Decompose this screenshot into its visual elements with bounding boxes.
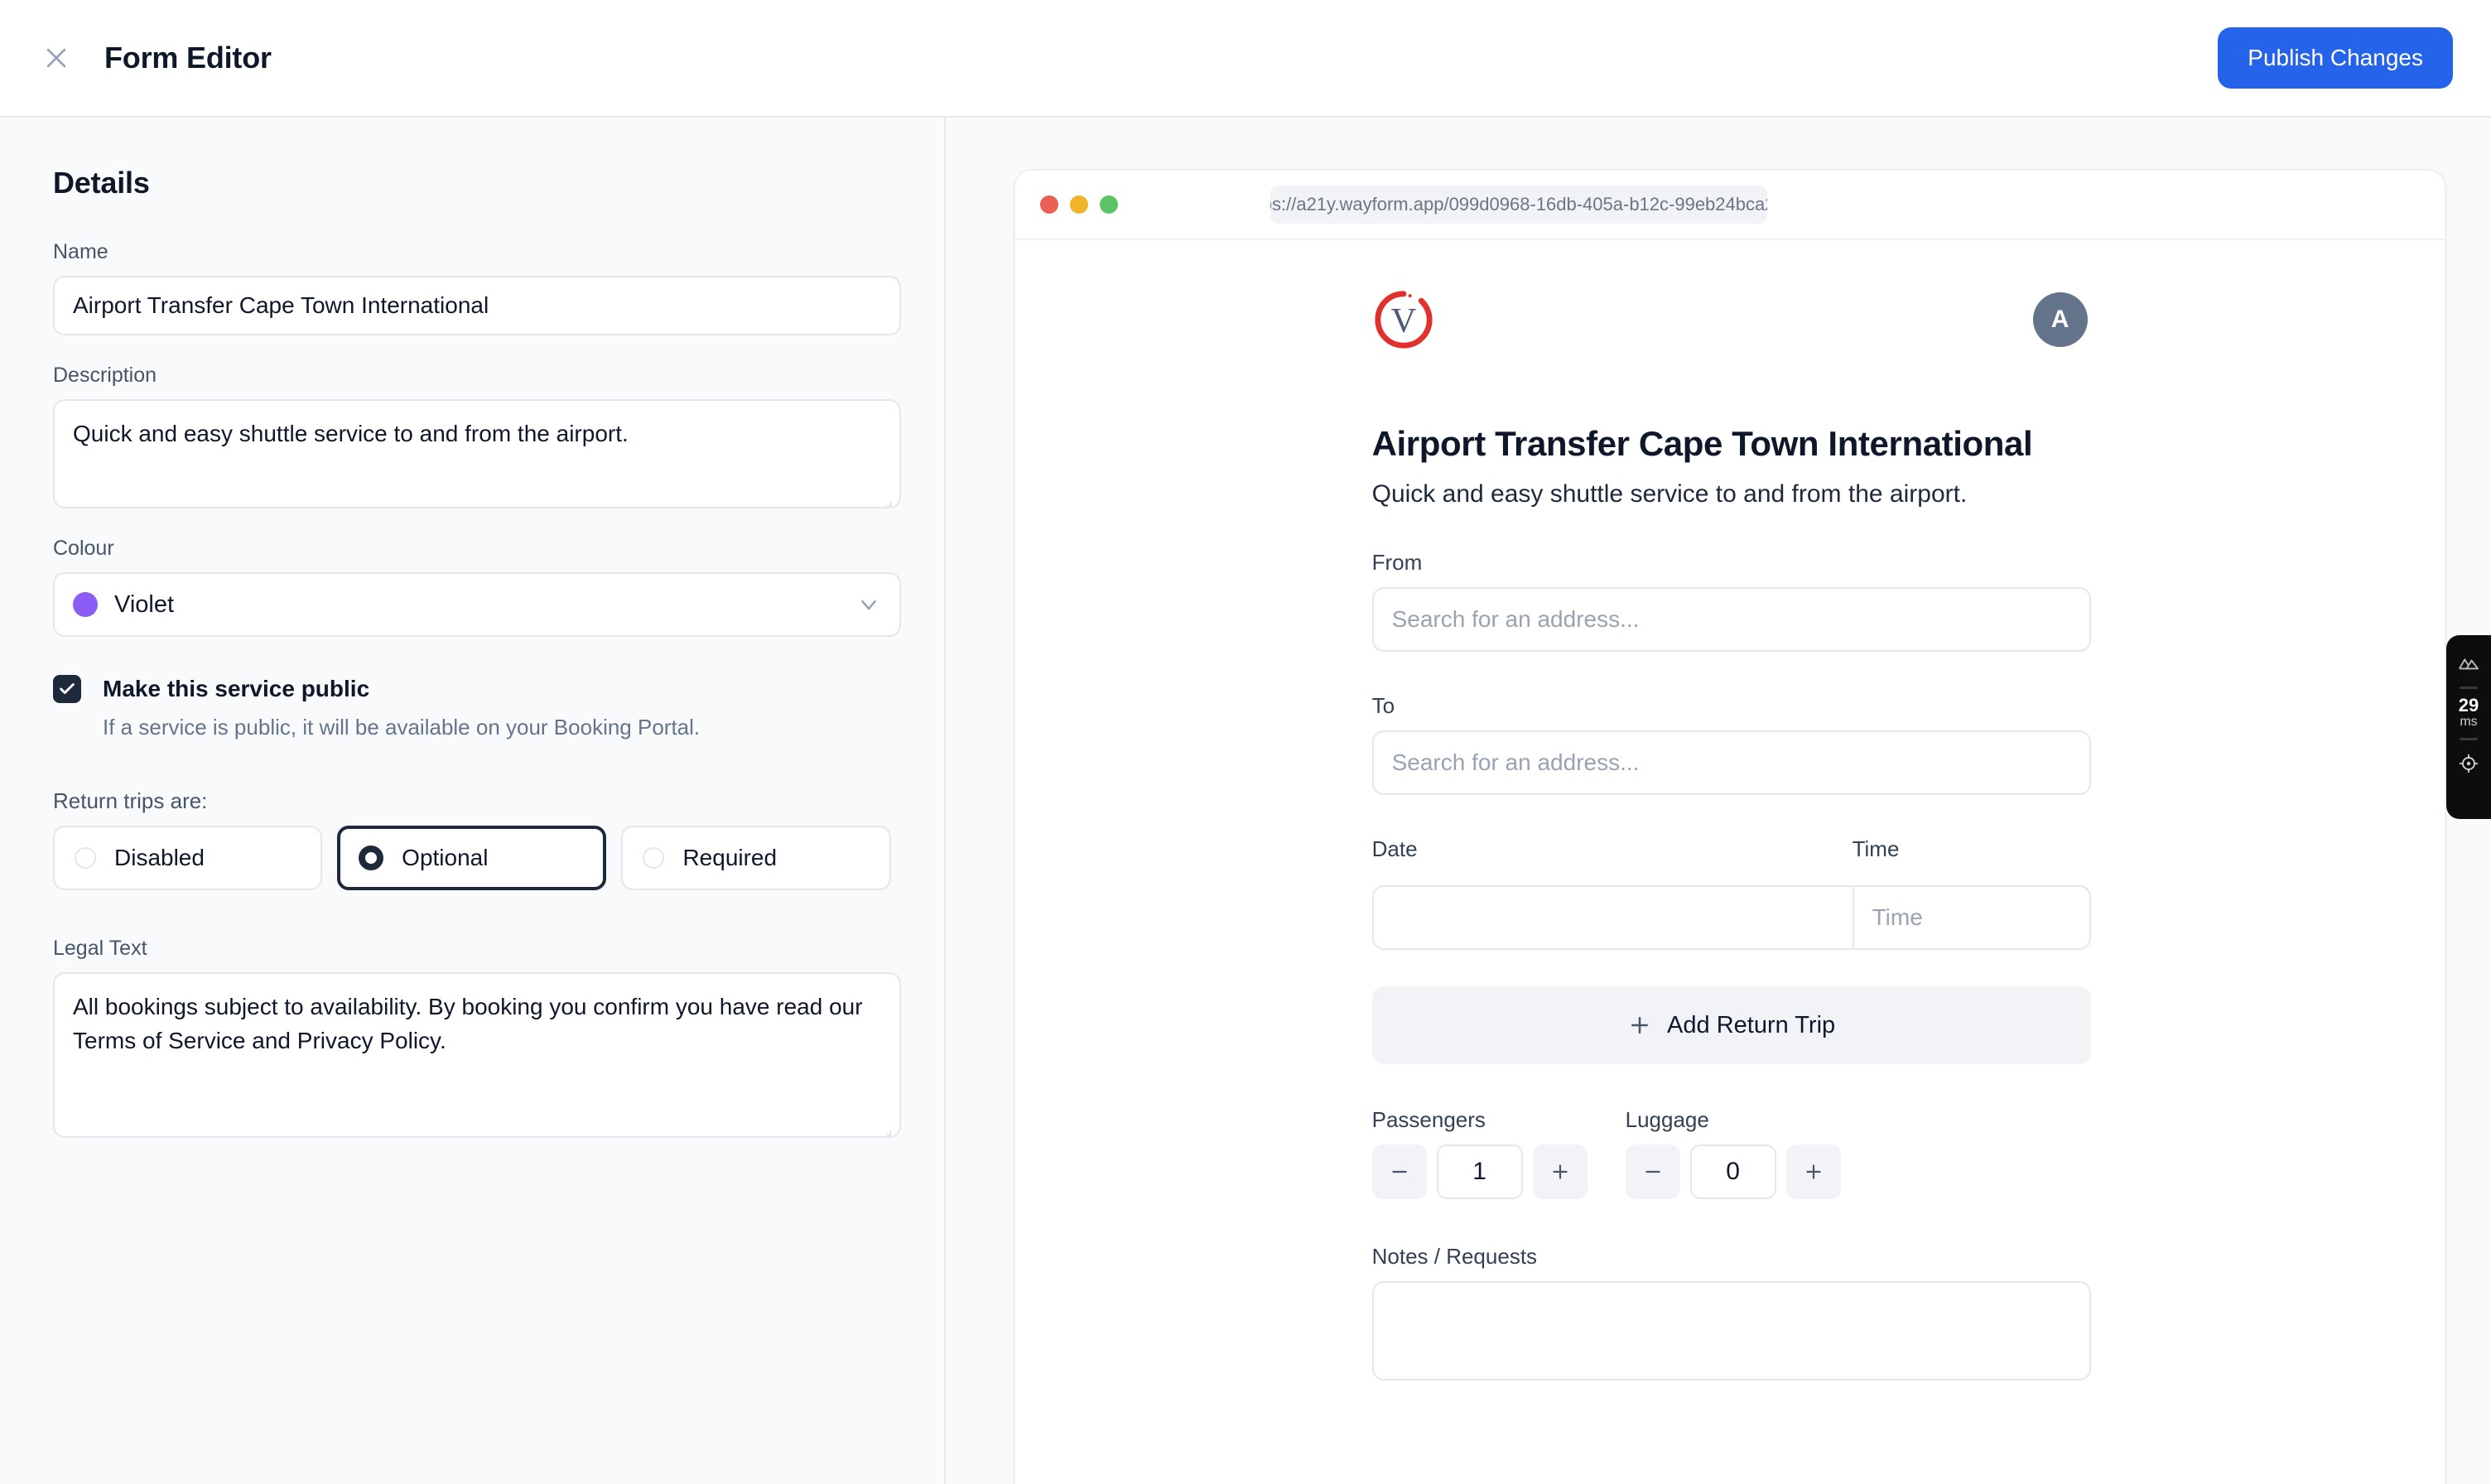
notes-label: Notes / Requests — [1371, 1244, 1538, 1269]
description-value: Quick and easy shuttle service to and fr… — [73, 421, 629, 446]
close-icon[interactable] — [38, 40, 75, 76]
time-input[interactable]: Time — [1854, 887, 2089, 948]
devtools-timing-value: 29 — [2458, 695, 2479, 716]
notes-textarea[interactable] — [1371, 1281, 2091, 1380]
window-close-dot-icon[interactable] — [1039, 195, 1058, 214]
window-maximize-dot-icon[interactable] — [1099, 195, 1118, 214]
passengers-counter: Passengers 1 — [1371, 1107, 1588, 1199]
publish-changes-button[interactable]: Publish Changes — [2218, 27, 2453, 89]
radio-dot-selected-icon — [359, 846, 384, 870]
luggage-stepper: 0 — [1625, 1144, 1841, 1199]
time-label: Time — [1852, 836, 1900, 861]
luggage-decrement-button[interactable] — [1625, 1144, 1680, 1199]
from-input[interactable]: Search for an address... — [1371, 587, 2091, 652]
brand-logo-v-icon: V — [1372, 288, 1435, 351]
public-checkbox-label: Make this service public — [103, 676, 370, 701]
to-input[interactable]: Search for an address... — [1371, 730, 2091, 795]
counters-row: Passengers 1 Luggage 0 — [1371, 1107, 2088, 1199]
date-label: Date — [1371, 836, 1418, 861]
public-checkbox-row[interactable]: Make this service public — [53, 675, 891, 703]
crosshair-icon[interactable] — [2458, 749, 2479, 778]
browser-chrome-bar: https://a21y.wayform.app/099d0968-16db-4… — [1014, 171, 2445, 240]
preview-panel: https://a21y.wayform.app/099d0968-16db-4… — [945, 118, 2491, 1484]
description-label: Description — [53, 364, 157, 387]
window-controls — [1039, 195, 1118, 214]
avatar[interactable]: A — [2032, 292, 2088, 347]
luggage-value[interactable]: 0 — [1689, 1144, 1776, 1199]
colour-field-group: Colour Violet — [53, 537, 901, 637]
luggage-label: Luggage — [1625, 1107, 1709, 1132]
radio-label-required: Required — [682, 845, 778, 870]
passengers-decrement-button[interactable] — [1371, 1144, 1427, 1199]
browser-preview-frame: https://a21y.wayform.app/099d0968-16db-4… — [1013, 169, 2446, 1484]
add-return-trip-label: Add Return Trip — [1667, 1011, 1836, 1038]
resize-grip-icon[interactable]: ⌟ — [886, 495, 896, 508]
editor-layout: Details Name Airport Transfer Cape Town … — [0, 118, 2491, 1484]
radio-label-optional: Optional — [402, 845, 489, 870]
preview-form-title: Airport Transfer Cape Town International — [1371, 424, 2033, 463]
colour-selected-value: Violet — [114, 590, 175, 618]
description-field-group: Description Quick and easy shuttle servi… — [53, 364, 901, 508]
to-label: To — [1371, 693, 1395, 718]
page-title: Form Editor — [104, 41, 272, 75]
passengers-stepper: 1 — [1371, 1144, 1588, 1199]
preview-content: V A Airport Transfer Cape Town Internati… — [1371, 280, 2091, 1380]
browser-url-bar[interactable]: https://a21y.wayform.app/099d0968-16db-4… — [1270, 186, 1767, 224]
add-return-trip-button[interactable]: Add Return Trip — [1371, 986, 2091, 1064]
radio-dot-icon — [643, 847, 665, 869]
colour-swatch-icon — [73, 592, 98, 617]
name-label: Name — [53, 240, 108, 263]
public-checkbox[interactable] — [53, 675, 81, 703]
devtools-timing-unit: ms — [2460, 715, 2478, 730]
legal-field-group: Legal Text All bookings subject to avail… — [53, 937, 901, 1138]
colour-select[interactable]: Violet — [53, 572, 901, 637]
svg-text:V: V — [1390, 301, 1416, 340]
datetime-labels: Date Time — [1372, 836, 2088, 874]
app-header: Form Editor Publish Changes — [0, 0, 2491, 118]
from-label: From — [1371, 550, 1423, 575]
devtools-divider — [2460, 737, 2478, 740]
preview-form-subtitle: Quick and easy shuttle service to and fr… — [1371, 480, 1968, 508]
from-field-group: From Search for an address... — [1371, 550, 2091, 652]
luggage-counter: Luggage 0 — [1625, 1107, 1841, 1199]
datetime-inputs: Time — [1371, 885, 2091, 950]
passengers-label: Passengers — [1371, 1107, 1486, 1132]
devtools-pill[interactable]: 29 ms — [2446, 635, 2491, 819]
details-panel: Details Name Airport Transfer Cape Town … — [0, 118, 946, 1484]
luggage-increment-button[interactable] — [1785, 1144, 1841, 1199]
notes-field-group: Notes / Requests — [1371, 1244, 2091, 1380]
name-field-group: Name Airport Transfer Cape Town Internat… — [53, 240, 901, 335]
return-trips-options: Disabled Optional Required — [53, 826, 891, 890]
passengers-value[interactable]: 1 — [1436, 1144, 1523, 1199]
radio-dot-icon — [75, 847, 96, 869]
chevron-down-icon[interactable] — [856, 592, 881, 617]
resize-grip-icon[interactable]: ⌟ — [886, 1125, 896, 1137]
devtools-divider — [2460, 687, 2478, 689]
nuxt-mountain-icon[interactable] — [2457, 648, 2480, 678]
legal-label: Legal Text — [53, 937, 147, 960]
legal-textarea[interactable]: All bookings subject to availability. By… — [53, 972, 901, 1138]
legal-value: All bookings subject to availability. By… — [73, 994, 863, 1053]
colour-label: Colour — [53, 537, 114, 560]
return-trips-label: Return trips are: — [53, 788, 208, 813]
plus-icon — [1627, 1013, 1652, 1038]
return-trips-group: Return trips are: Disabled Optional Requ… — [53, 788, 891, 890]
details-heading: Details — [53, 166, 150, 200]
date-input[interactable] — [1374, 887, 1854, 948]
window-minimize-dot-icon[interactable] — [1069, 195, 1088, 214]
description-textarea[interactable]: Quick and easy shuttle service to and fr… — [53, 399, 901, 508]
preview-header: V A — [1372, 280, 2088, 359]
radio-option-required[interactable]: Required — [621, 826, 891, 890]
name-input[interactable]: Airport Transfer Cape Town International — [53, 276, 901, 335]
passengers-increment-button[interactable] — [1532, 1144, 1588, 1199]
radio-option-disabled[interactable]: Disabled — [53, 826, 323, 890]
to-field-group: To Search for an address... — [1371, 693, 2091, 795]
radio-label-disabled: Disabled — [114, 845, 205, 870]
preview-page: V A Airport Transfer Cape Town Internati… — [1015, 240, 2445, 1380]
radio-option-optional[interactable]: Optional — [337, 826, 607, 890]
public-checkbox-help: If a service is public, it will be avail… — [103, 715, 701, 740]
